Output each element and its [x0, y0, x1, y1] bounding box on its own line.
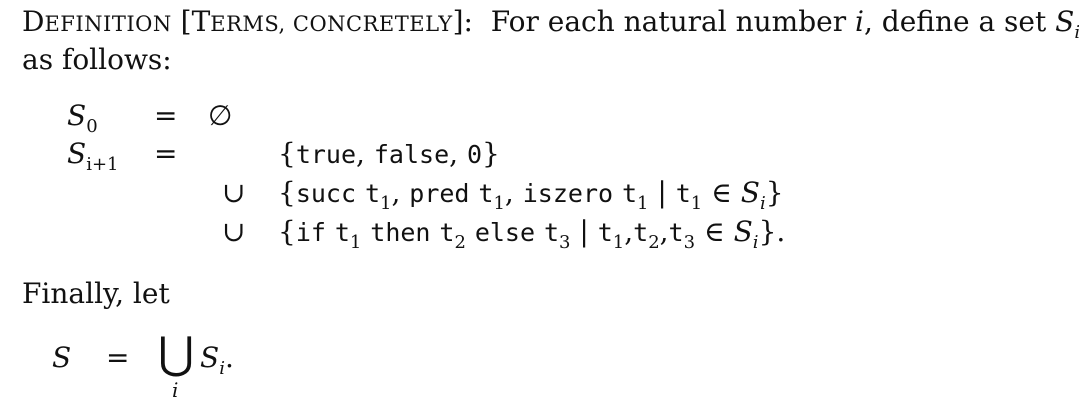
brace-open: {: [278, 176, 296, 209]
term-t: t: [621, 179, 638, 208]
eq-row1-lhs: Si+1: [67, 137, 118, 174]
eq-row1-equals: =: [154, 137, 178, 170]
period: .: [224, 341, 234, 374]
term-then: then: [370, 218, 431, 247]
sub-3: 3: [559, 232, 571, 253]
term-succ: succ: [295, 179, 357, 208]
definition-label-first: D: [22, 5, 45, 38]
brace-open: {: [278, 137, 296, 170]
comma: ,: [391, 176, 401, 209]
sub-1: 1: [690, 193, 703, 214]
sub-2: 2: [648, 232, 660, 253]
eq-row2-union: ∪: [222, 176, 246, 209]
finally-text: Finally, let: [22, 277, 170, 310]
term-zero: 0: [466, 140, 482, 169]
eq-row1-rhs: {true, false, 0}: [278, 140, 500, 168]
eq-row1-S: S: [67, 137, 87, 170]
set-S: S: [52, 341, 72, 374]
such-that-bar: |: [657, 176, 667, 209]
terms-first: T: [191, 5, 211, 38]
term-t: t: [439, 218, 455, 247]
definition-label-rest: EFINITION: [44, 12, 172, 36]
element-of: ∈: [711, 176, 732, 209]
comma: ,: [356, 137, 365, 170]
intro-text: For each natural number: [490, 5, 847, 38]
eq-row0-sub: 0: [86, 116, 98, 137]
bracket-close: ]:: [452, 5, 473, 38]
term-t: t: [478, 179, 494, 208]
big-union-index: i: [172, 378, 179, 402]
sub-2: 2: [454, 232, 466, 253]
eq-row3-union: ∪: [222, 215, 246, 248]
comma: ,: [504, 176, 514, 209]
sub-3: 3: [683, 232, 696, 253]
term-t: t: [334, 218, 350, 247]
comma: ,: [659, 215, 669, 248]
term-t: t: [633, 218, 649, 247]
eq-row0-emptyset: ∅: [208, 99, 233, 132]
sub-1: 1: [612, 232, 625, 253]
brace-close-period: }.: [758, 215, 786, 248]
sub-1: 1: [380, 193, 392, 214]
set-S-sub: i: [1074, 22, 1079, 43]
term-t: t: [364, 179, 381, 208]
eq-row3-rhs: {if t1 then t2 else t3 | t1,t2,t3 ∈ Si}.: [278, 215, 786, 252]
final-equals: =: [106, 341, 130, 374]
set-S: S: [1055, 5, 1075, 38]
definition-header: DEFINITION [TERMS, CONCRETELY]: For each…: [22, 5, 1079, 42]
sub-i: i: [759, 193, 766, 214]
var-i: i: [855, 5, 864, 38]
big-union-symbol: ⋃: [158, 328, 195, 379]
terms-rest: ERMS, CONCRETELY: [210, 12, 453, 36]
definition-page: DEFINITION [TERMS, CONCRETELY]: For each…: [0, 0, 1079, 412]
bracket-open: [: [180, 5, 192, 38]
such-that-bar: |: [579, 215, 589, 248]
sub-i: i: [219, 358, 225, 379]
final-lhs: S: [52, 344, 71, 372]
sub-i: i: [752, 232, 759, 253]
eq-row2-rhs: {succ t1, pred t1, iszero t1 | t1 ∈ Si}: [278, 176, 784, 213]
sub-1: 1: [349, 232, 362, 253]
term-pred: pred: [409, 179, 470, 208]
sub-1: 1: [637, 193, 649, 214]
final-rhs: Si.: [200, 341, 234, 378]
comma: ,: [449, 137, 459, 170]
intro-text2: , define a set: [863, 5, 1047, 38]
eq-row1-sub: i+1: [86, 154, 119, 175]
brace-close: }: [765, 176, 784, 209]
term-t: t: [543, 218, 559, 247]
set-S: S: [740, 176, 760, 209]
term-t: t: [597, 218, 613, 247]
element-of: ∈: [703, 215, 725, 248]
brace-close: }: [482, 137, 500, 170]
term-if: if: [295, 218, 326, 247]
set-S: S: [200, 341, 220, 374]
term-else: else: [474, 218, 536, 247]
sub-1: 1: [493, 193, 505, 214]
eq-row0-equals: =: [154, 99, 178, 132]
eq-row0-lhs: S0: [67, 99, 98, 136]
set-S: S: [733, 215, 753, 248]
term-t: t: [675, 179, 691, 208]
comma: ,: [624, 215, 634, 248]
term-iszero: iszero: [522, 179, 614, 208]
definition-line2: as follows:: [22, 43, 172, 76]
term-true: true: [295, 140, 357, 169]
brace-open: {: [278, 215, 296, 248]
term-t: t: [668, 218, 684, 247]
term-false: false: [373, 140, 450, 169]
eq-row0-S: S: [67, 99, 87, 132]
